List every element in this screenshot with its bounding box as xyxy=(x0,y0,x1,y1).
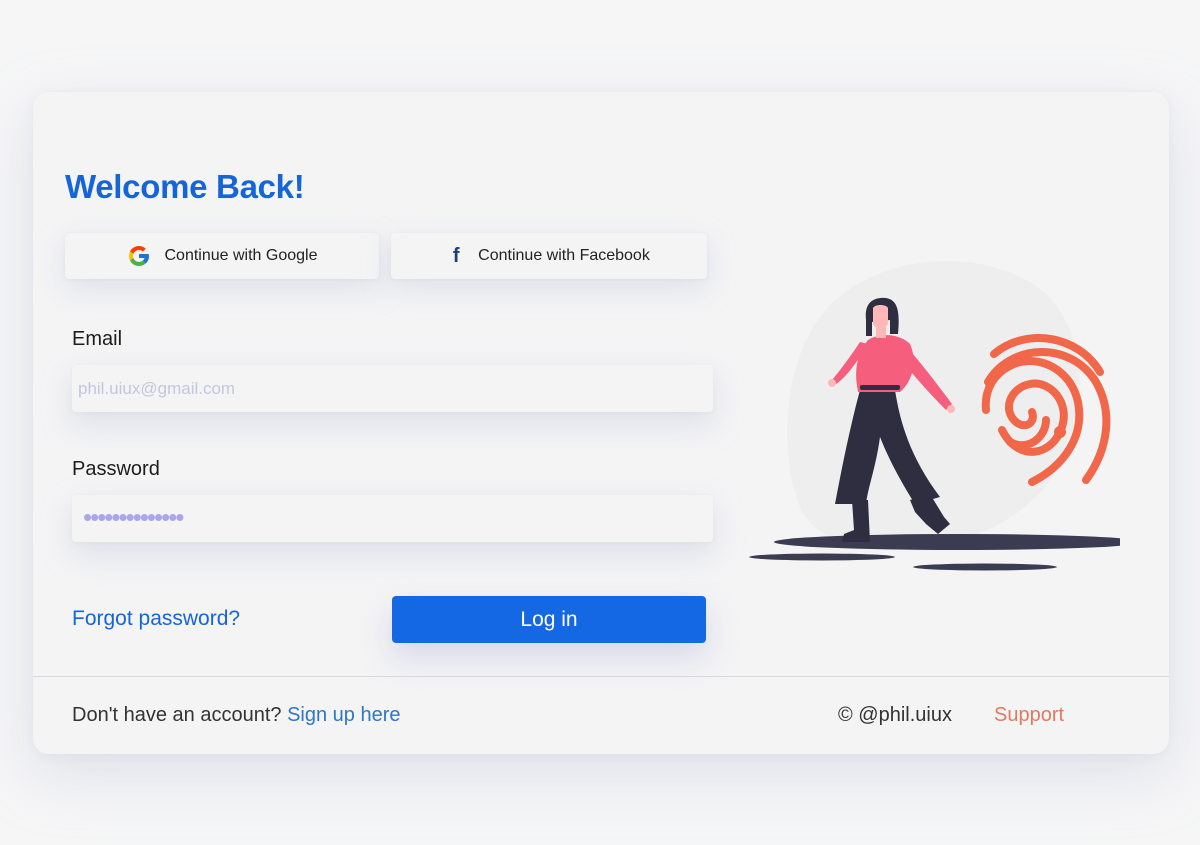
ground-shadow-small xyxy=(749,553,895,561)
signup-link[interactable]: Sign up here xyxy=(287,704,400,726)
footer-divider xyxy=(33,676,1169,677)
facebook-icon: f xyxy=(452,245,460,267)
continue-with-google-button[interactable]: Continue with Google xyxy=(65,233,379,279)
ground-shadow xyxy=(774,534,1120,550)
forgot-password-link[interactable]: Forgot password? xyxy=(72,607,240,631)
signup-prompt: Don't have an account? Sign up here xyxy=(72,704,401,727)
login-button[interactable]: Log in xyxy=(392,596,706,643)
support-link[interactable]: Support xyxy=(994,704,1064,727)
woman-belt xyxy=(860,385,900,390)
google-button-label: Continue with Google xyxy=(164,247,318,264)
google-icon xyxy=(128,246,149,266)
ground-shadow-small-2 xyxy=(913,563,1057,571)
woman-hand-left xyxy=(828,379,836,387)
facebook-button-label: Continue with Facebook xyxy=(478,247,650,264)
password-field[interactable]: •••••••••••••• xyxy=(72,495,713,542)
copyright-text: © @phil.uiux xyxy=(838,704,952,726)
woman-face xyxy=(873,305,888,329)
page-title: Welcome Back! xyxy=(65,168,305,205)
password-masked-value: •••••••••••••• xyxy=(83,501,184,532)
signup-prompt-text: Don't have an account? xyxy=(72,704,288,726)
fingerprint-dot xyxy=(1054,426,1066,438)
woman-hand-right xyxy=(947,405,955,413)
login-card: Welcome Back! Continue with Google f Con… xyxy=(33,92,1169,754)
email-field[interactable] xyxy=(72,365,713,412)
password-label: Password xyxy=(72,458,160,480)
email-label: Email xyxy=(72,328,123,350)
continue-with-facebook-button[interactable]: f Continue with Facebook xyxy=(391,233,707,279)
woman-with-fingerprint-illustration xyxy=(749,260,1120,571)
